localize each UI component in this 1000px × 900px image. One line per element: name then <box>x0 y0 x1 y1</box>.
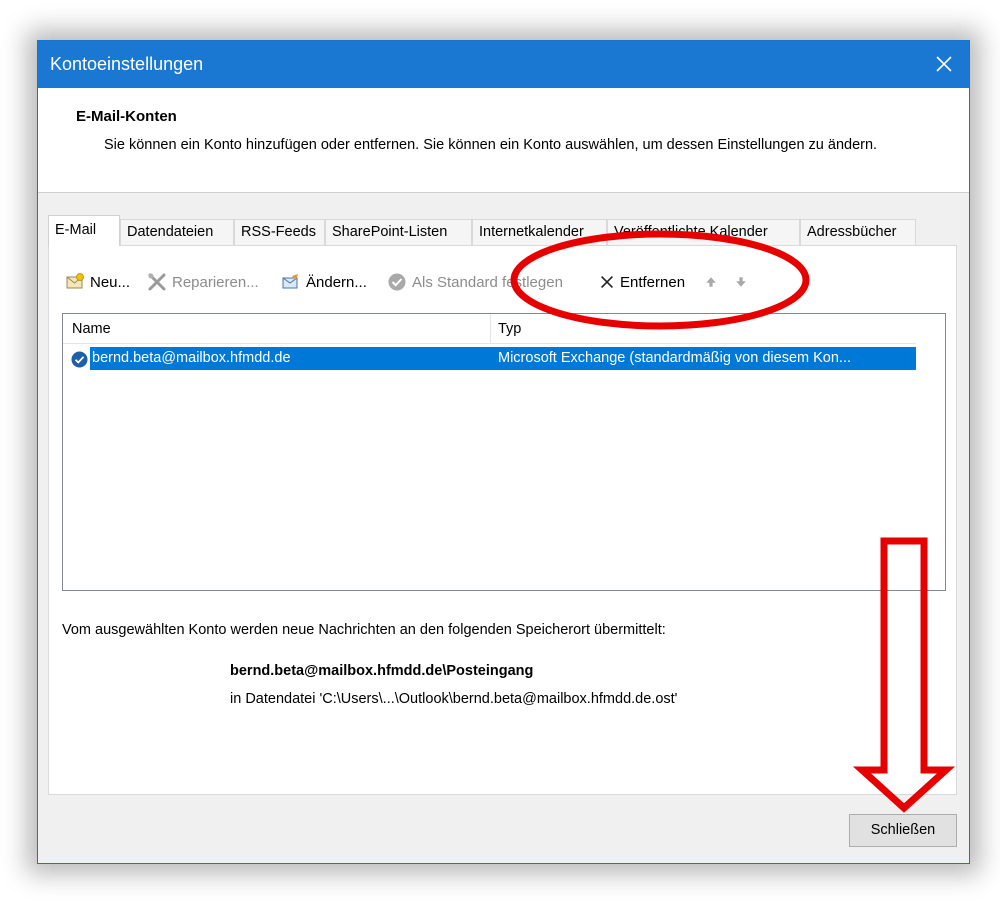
tools-icon <box>148 273 166 291</box>
close-button[interactable]: Schließen <box>849 814 957 847</box>
section-description: Sie können ein Konto hinzufügen oder ent… <box>104 137 878 153</box>
new-account-label: Neu... <box>90 273 131 291</box>
table-row[interactable]: bernd.beta@mailbox.hfmdd.de Microsoft Ex… <box>90 347 916 370</box>
tab-rss-feeds[interactable]: RSS-Feeds <box>234 219 325 245</box>
account-name-cell: bernd.beta@mailbox.hfmdd.de <box>92 350 291 366</box>
toolbar: Neu... Reparieren... Ändern... Als Stand… <box>65 269 945 295</box>
email-tab-panel: Neu... Reparieren... Ändern... Als Stand… <box>48 245 957 795</box>
tab-sharepoint-lists[interactable]: SharePoint-Listen <box>325 219 472 245</box>
change-label: Ändern... <box>306 273 367 291</box>
change-button[interactable]: Ändern... <box>281 269 367 295</box>
window-title: Kontoeinstellungen <box>50 54 204 74</box>
accounts-list[interactable]: Name Typ bernd.beta@mailbox.hfmdd.de Mic… <box>62 313 946 591</box>
set-default-button[interactable]: Als Standard festlegen <box>387 269 563 295</box>
arrow-up-icon <box>706 277 716 287</box>
move-up-button[interactable] <box>703 269 724 295</box>
remove-x-icon <box>601 276 613 288</box>
dialog-body: E-Mail Datendateien RSS-Feeds SharePoint… <box>38 193 969 863</box>
edit-email-icon <box>282 274 298 289</box>
set-default-label: Als Standard festlegen <box>412 273 563 291</box>
tab-published-calendars[interactable]: Veröffentlichte Kalender <box>607 219 800 245</box>
move-down-button[interactable] <box>733 269 754 295</box>
remove-label: Entfernen <box>620 273 686 291</box>
new-email-icon <box>66 273 84 289</box>
check-circle-icon <box>388 273 406 291</box>
tab-data-files[interactable]: Datendateien <box>120 219 234 245</box>
delivery-description: Vom ausgewählten Konto werden neue Nachr… <box>62 622 666 638</box>
delivery-folder: bernd.beta@mailbox.hfmdd.de\Posteingang <box>230 663 534 679</box>
column-header-name[interactable]: Name <box>72 314 111 343</box>
default-account-check-icon <box>71 351 88 368</box>
column-header-type[interactable]: Typ <box>498 314 521 343</box>
close-icon <box>936 56 952 72</box>
repair-label: Reparieren... <box>172 273 259 291</box>
remove-button[interactable]: Entfernen <box>598 269 685 295</box>
delivery-data-file: in Datendatei 'C:\Users\...\Outlook\bern… <box>230 691 678 707</box>
account-type-cell: Microsoft Exchange (standardmäßig von di… <box>498 350 851 366</box>
header-area: E-Mail-Konten Sie können ein Konto hinzu… <box>38 88 969 193</box>
tab-address-books[interactable]: Adressbücher <box>800 219 916 245</box>
tab-internet-calendars[interactable]: Internetkalender <box>472 219 607 245</box>
section-title: E-Mail-Konten <box>76 108 177 125</box>
list-header: Name Typ <box>63 314 916 344</box>
repair-button[interactable]: Reparieren... <box>147 269 259 295</box>
tab-email[interactable]: E-Mail <box>48 215 120 246</box>
arrow-down-icon <box>736 277 746 287</box>
account-settings-dialog: Kontoeinstellungen E-Mail-Konten Sie kön… <box>37 40 970 864</box>
title-bar[interactable]: Kontoeinstellungen <box>38 41 969 88</box>
new-account-button[interactable]: Neu... <box>65 269 130 295</box>
column-divider[interactable] <box>490 314 491 343</box>
close-window-button[interactable] <box>919 41 969 88</box>
